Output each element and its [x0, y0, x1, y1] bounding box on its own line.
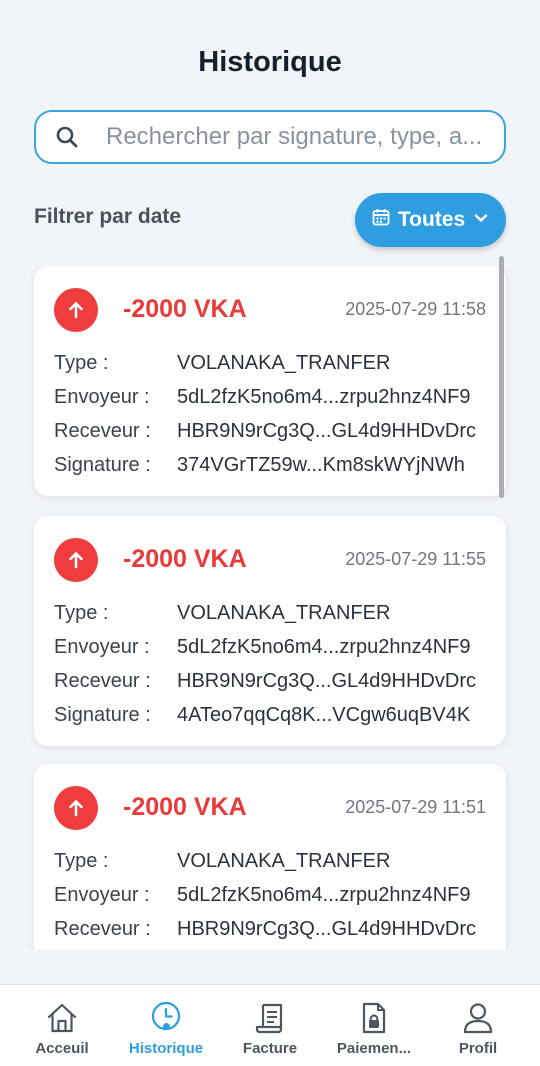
- receiver-row: Receveur : HBR9N9rCg3Q...GL4d9HHDvDrc: [54, 912, 494, 946]
- sender-value: 5dL2fzK5no6m4...zrpu2hnz4NF9: [177, 883, 471, 906]
- transaction-amount: -2000 VKA: [123, 545, 247, 573]
- nav-item-profil[interactable]: Profil: [424, 985, 532, 1066]
- transaction-datetime: 2025-07-29 11:58: [345, 299, 486, 319]
- sender-row: Envoyeur : 5dL2fzK5no6m4...zrpu2hnz4NF9: [54, 878, 494, 912]
- sender-value: 5dL2fzK5no6m4...zrpu2hnz4NF9: [177, 385, 471, 408]
- sender-row: Envoyeur : 5dL2fzK5no6m4...zrpu2hnz4NF9: [54, 630, 494, 664]
- date-filter-dropdown[interactable]: Toutes: [355, 193, 506, 247]
- date-filter-value: Toutes: [397, 208, 466, 231]
- bottom-navigation: Acceuil Historique Facture Paiemen... Pr…: [0, 984, 540, 1066]
- receiver-label: Receveur :: [54, 917, 151, 940]
- sender-label: Envoyeur :: [54, 883, 150, 906]
- receiver-value: HBR9N9rCg3Q...GL4d9HHDvDrc: [177, 669, 476, 692]
- receiver-value: HBR9N9rCg3Q...GL4d9HHDvDrc: [177, 419, 476, 442]
- payment-document-icon: [357, 1000, 391, 1036]
- arrow-up-icon: [54, 538, 98, 582]
- page-title: Historique: [198, 46, 342, 78]
- search-icon: [54, 124, 80, 150]
- sender-label: Envoyeur :: [54, 635, 150, 658]
- list-scrollbar[interactable]: [499, 256, 504, 498]
- nav-item-paiement[interactable]: Paiemen...: [320, 985, 428, 1066]
- clock-icon: [149, 1000, 183, 1036]
- type-value: VOLANAKA_TRANFER: [177, 849, 391, 872]
- nav-label-acceuil: Acceuil: [35, 1040, 89, 1057]
- transaction-datetime: 2025-07-29 11:55: [345, 549, 486, 569]
- calendar-icon: [372, 208, 390, 232]
- receiver-value: HBR9N9rCg3Q...GL4d9HHDvDrc: [177, 917, 476, 940]
- type-label: Type :: [54, 351, 109, 374]
- signature-label: Signature :: [54, 453, 151, 476]
- home-icon: [45, 1000, 79, 1036]
- sender-value: 5dL2fzK5no6m4...zrpu2hnz4NF9: [177, 635, 471, 658]
- transaction-card[interactable]: -2000 VKA 2025-07-29 11:51 Type : VOLANA…: [34, 764, 506, 950]
- type-value: VOLANAKA_TRANFER: [177, 351, 391, 374]
- search-bar[interactable]: [34, 110, 506, 164]
- type-row: Type : VOLANAKA_TRANFER: [54, 844, 494, 878]
- sender-label: Envoyeur :: [54, 385, 150, 408]
- signature-row: Signature : 374VGrTZ59w...Km8skWYjNWh: [54, 448, 494, 482]
- transaction-amount: -2000 VKA: [123, 295, 247, 323]
- chevron-down-icon: [473, 208, 489, 232]
- receiver-label: Receveur :: [54, 419, 151, 442]
- transaction-card[interactable]: -2000 VKA 2025-07-29 11:55 Type : VOLANA…: [34, 516, 506, 746]
- type-label: Type :: [54, 601, 109, 624]
- nav-item-facture[interactable]: Facture: [216, 985, 324, 1066]
- arrow-up-icon: [54, 786, 98, 830]
- filter-date-label: Filtrer par date: [34, 205, 182, 228]
- nav-item-acceuil[interactable]: Acceuil: [8, 985, 116, 1066]
- nav-item-historique[interactable]: Historique: [112, 985, 220, 1066]
- type-value: VOLANAKA_TRANFER: [177, 601, 391, 624]
- nav-label-facture: Facture: [242, 1040, 298, 1057]
- type-label: Type :: [54, 849, 109, 872]
- signature-value: 4ATeo7qqCq8K...VCgw6uqBV4K: [177, 703, 471, 726]
- receiver-label: Receveur :: [54, 669, 151, 692]
- sender-row: Envoyeur : 5dL2fzK5no6m4...zrpu2hnz4NF9: [54, 380, 494, 414]
- receiver-row: Receveur : HBR9N9rCg3Q...GL4d9HHDvDrc: [54, 414, 494, 448]
- type-row: Type : VOLANAKA_TRANFER: [54, 346, 494, 380]
- signature-value: 374VGrTZ59w...Km8skWYjNWh: [177, 453, 465, 476]
- active-indicator-dot: [163, 1023, 170, 1030]
- transaction-card[interactable]: -2000 VKA 2025-07-29 11:58 Type : VOLANA…: [34, 266, 506, 496]
- history-screen: Historique Filtrer par date To: [0, 0, 540, 1066]
- arrow-up-icon: [54, 288, 98, 332]
- user-icon: [461, 1000, 495, 1036]
- receiver-row: Receveur : HBR9N9rCg3Q...GL4d9HHDvDrc: [54, 664, 494, 698]
- nav-label-paiement: Paiemen...: [336, 1040, 412, 1057]
- nav-label-historique: Historique: [128, 1040, 204, 1057]
- transaction-list[interactable]: -2000 VKA 2025-07-29 11:58 Type : VOLANA…: [0, 266, 540, 950]
- transaction-datetime: 2025-07-29 11:51: [345, 797, 486, 817]
- type-row: Type : VOLANAKA_TRANFER: [54, 596, 494, 630]
- search-input[interactable]: [106, 123, 486, 151]
- signature-row: Signature : 4ATeo7qqCq8K...VCgw6uqBV4K: [54, 698, 494, 732]
- signature-label: Signature :: [54, 703, 151, 726]
- receipt-icon: [253, 1000, 287, 1036]
- nav-label-profil: Profil: [458, 1040, 498, 1057]
- transaction-amount: -2000 VKA: [123, 793, 247, 821]
